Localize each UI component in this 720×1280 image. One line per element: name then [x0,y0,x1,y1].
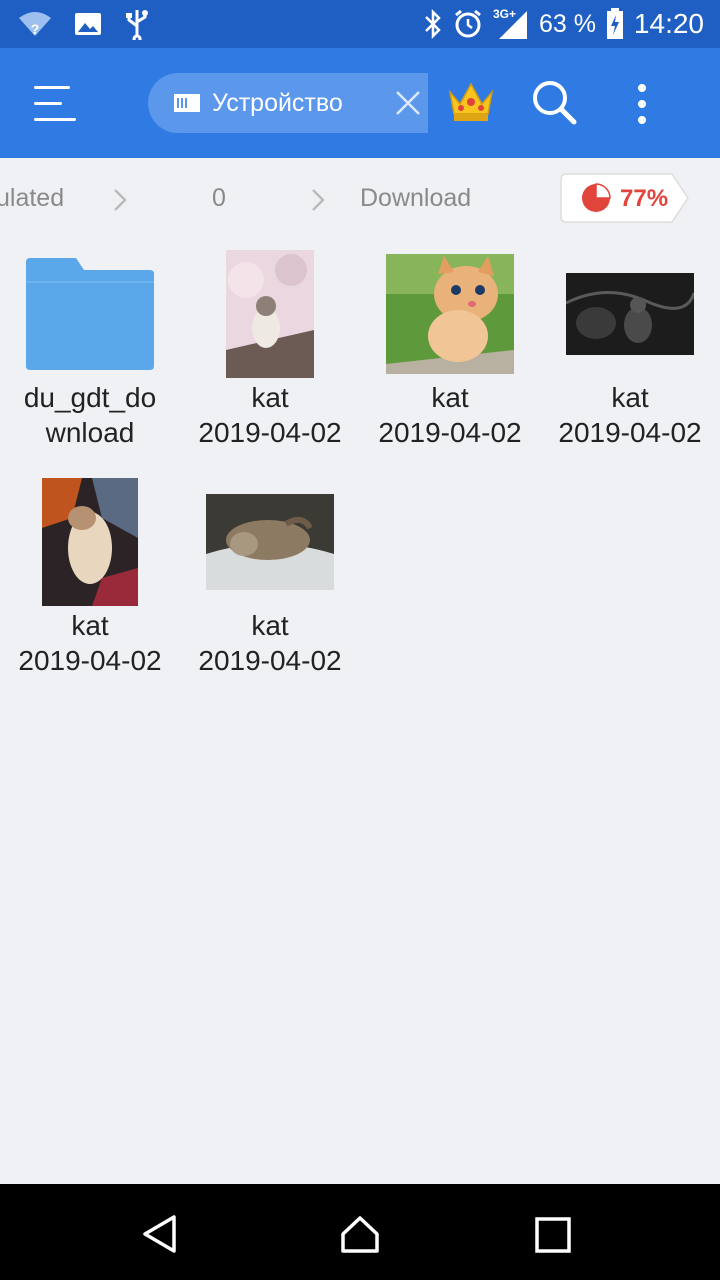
thumb-wrap [360,240,540,380]
chevron-right-icon [114,189,127,211]
toolbar: Устройство [0,48,720,158]
svg-text:?: ? [31,21,40,37]
image-item[interactable]: kat 2019-04-02 [180,468,360,678]
storage-usage-percent: 77% [620,185,669,212]
file-name: kat [611,382,649,413]
cat-thumbnail [386,254,514,374]
alarm-icon [455,9,481,38]
cat-thumbnail [42,478,138,606]
image-icon [75,13,101,35]
chevron-right-icon [312,189,325,211]
thumb-wrap [180,468,360,608]
menu-icon [34,86,70,89]
image-item[interactable]: kat 2019-04-02 [180,240,360,450]
recents-icon[interactable] [534,1214,574,1254]
file-date: 2019-04-02 [558,417,702,448]
file-name: du_gdt_do [23,382,157,413]
location-tab[interactable]: Устройство [148,73,428,133]
menu-icon-line [34,118,76,121]
back-icon[interactable] [140,1214,180,1254]
folder-icon [26,258,154,370]
folder-item[interactable]: du_gdt_do wnload [0,240,180,450]
image-item[interactable]: kat 2019-04-02 [360,240,540,450]
bluetooth-icon [425,9,441,39]
close-icon[interactable] [394,89,422,117]
file-date: 2019-04-02 [198,417,342,448]
storage-usage-badge[interactable]: 77% [560,173,690,223]
file-name: kat [251,382,289,413]
image-item[interactable]: kat 2019-04-02 [540,240,720,450]
battery-percent: 63 % [538,9,596,38]
cat-thumbnail [206,494,334,590]
breadcrumb: ulated 0 Download 77% [0,158,720,238]
image-item[interactable]: kat 2019-04-02 [0,468,180,678]
thumb-wrap [0,240,180,380]
file-name-cont: wnload [45,417,135,448]
home-icon[interactable] [340,1214,380,1254]
status-bar: ? 3G+ 63 % 14:20 [0,0,720,48]
menu-button[interactable] [34,84,78,122]
navigation-bar [0,1184,720,1280]
file-name: kat [71,610,109,641]
cat-thumbnail [566,273,694,355]
signal-icon: 3G+ [493,7,529,41]
thumb-wrap [540,240,720,380]
file-name: kat [251,610,289,641]
thumb-wrap [180,240,360,380]
file-date: 2019-04-02 [18,645,162,676]
clock: 14:20 [633,8,704,39]
search-icon[interactable] [530,78,578,126]
device-storage-icon [174,94,200,112]
file-date: 2019-04-02 [198,645,342,676]
battery-charging-icon [606,8,623,39]
more-options-icon[interactable] [630,80,654,128]
file-name: kat [431,382,469,413]
crown-icon[interactable] [446,78,496,124]
thumb-wrap [0,468,180,608]
usb-icon [126,10,148,40]
wifi-question-icon: ? [19,12,51,37]
pie-chart-icon [582,183,611,212]
file-date: 2019-04-02 [378,417,522,448]
cat-thumbnail [226,250,314,378]
breadcrumb-item-download[interactable]: Download [360,184,471,213]
breadcrumb-item-0[interactable]: 0 [212,184,226,213]
menu-icon-line [34,102,62,105]
location-label: Устройство [212,88,343,117]
breadcrumb-item-emulated[interactable]: ulated [0,184,64,213]
